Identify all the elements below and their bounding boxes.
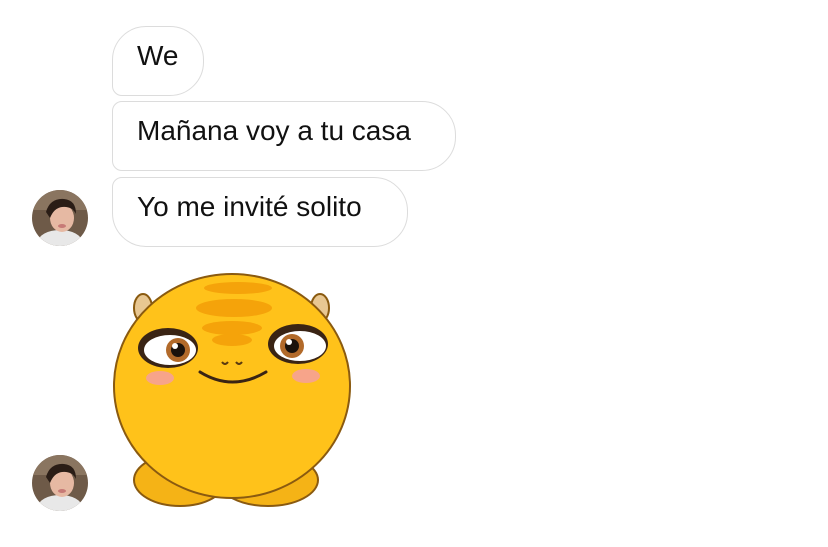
sticker[interactable]	[108, 268, 364, 518]
sender-avatar[interactable]	[32, 455, 88, 511]
user-avatar-icon	[32, 455, 88, 511]
chat-thread: We Mañana voy a tu casa Yo me invité sol…	[0, 0, 828, 547]
message-text: Mañana voy a tu casa	[137, 115, 411, 146]
message-text: We	[137, 40, 179, 71]
user-avatar-icon	[32, 190, 88, 246]
yellow-creature-sticker-icon	[113, 273, 351, 507]
message-text: Yo me invité solito	[137, 191, 362, 222]
message-bubble[interactable]: We	[112, 26, 204, 96]
message-bubble[interactable]: Yo me invité solito	[112, 177, 408, 247]
message-bubble[interactable]: Mañana voy a tu casa	[112, 101, 456, 171]
sender-avatar[interactable]	[32, 190, 88, 246]
